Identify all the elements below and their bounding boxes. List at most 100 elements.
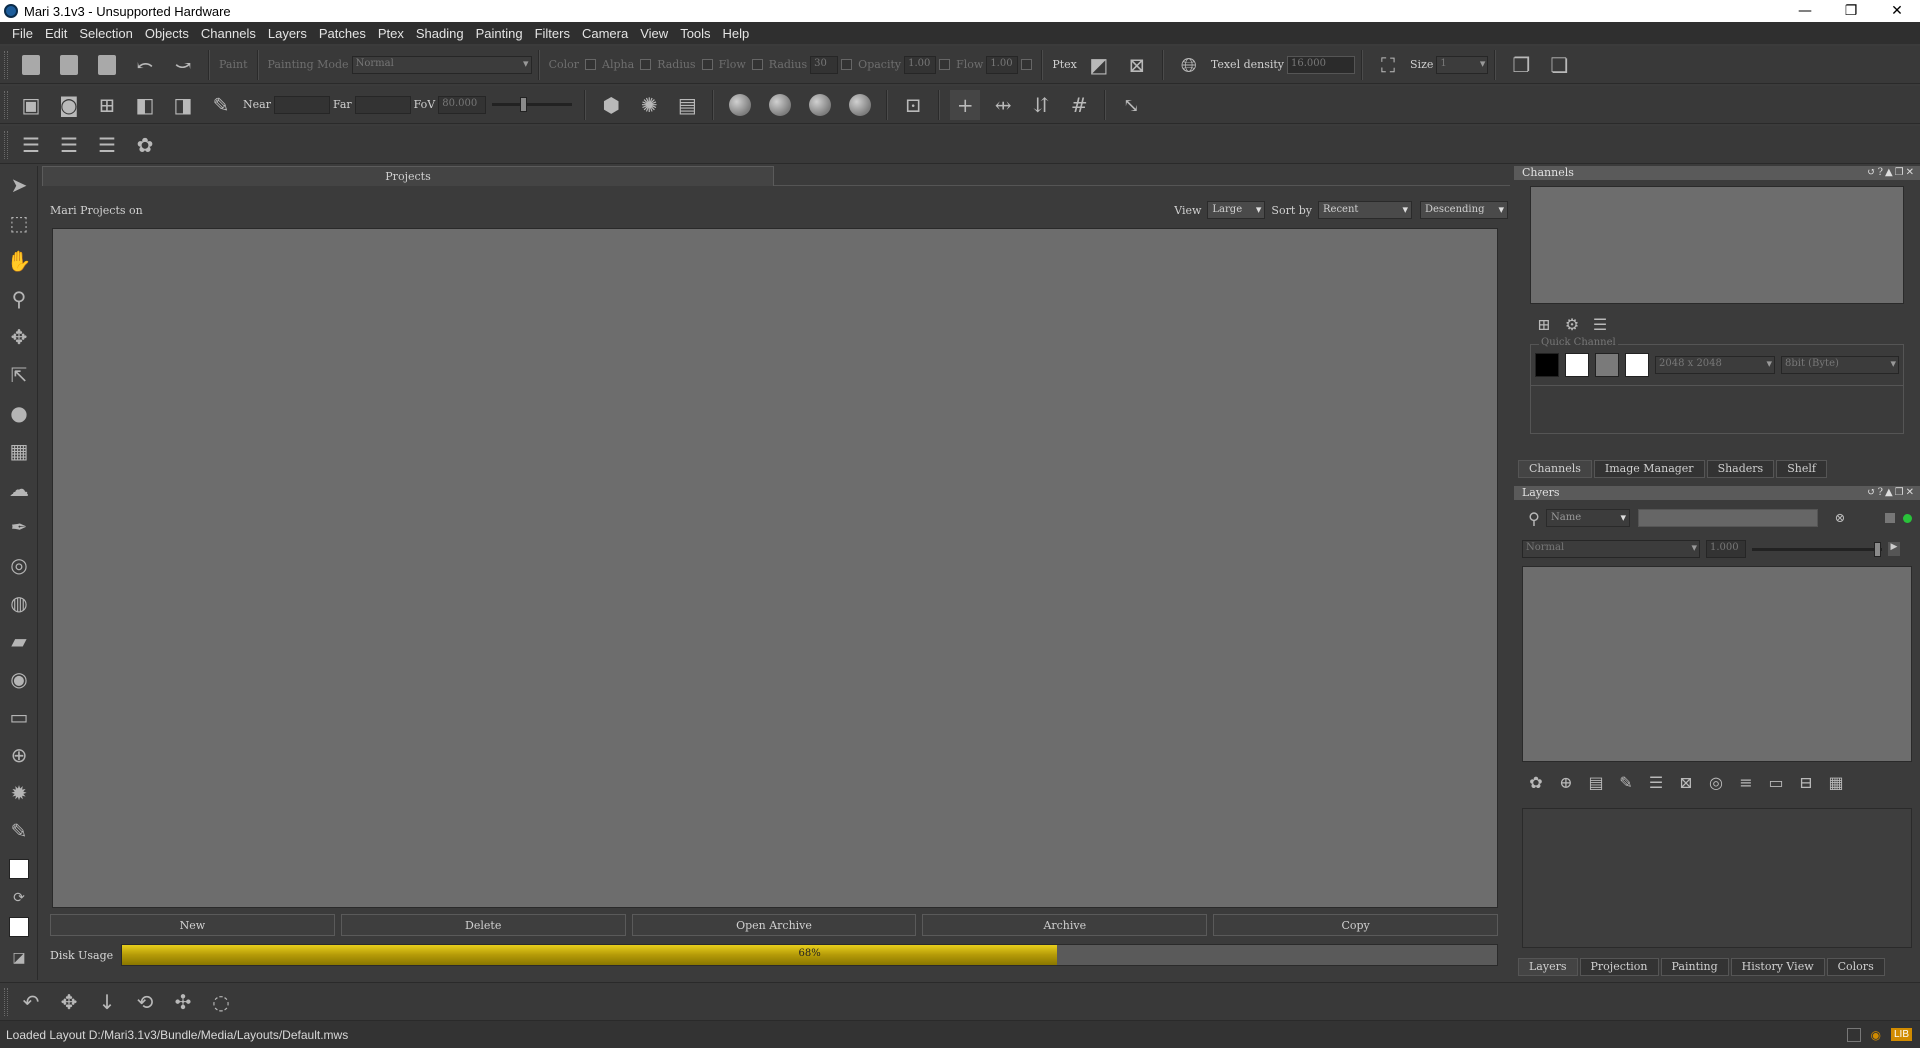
- channel-list-icon[interactable]: ☰: [1588, 312, 1612, 336]
- palette-icon[interactable]: ✿: [130, 130, 160, 160]
- swap-colors-icon[interactable]: ⟳: [0, 888, 38, 908]
- paste-patch-icon[interactable]: ❏: [1544, 50, 1574, 80]
- shader-flat-sphere-icon[interactable]: [729, 93, 752, 116]
- menu-file[interactable]: File: [6, 26, 39, 41]
- menu-edit[interactable]: Edit: [39, 26, 73, 41]
- projection-box-icon[interactable]: ▣: [16, 90, 46, 120]
- undo-arrow-icon[interactable]: ⤺: [130, 50, 160, 80]
- sort-select[interactable]: Recent: [1318, 201, 1412, 219]
- tab-projects[interactable]: Projects: [42, 166, 774, 186]
- patch-select-icon[interactable]: ✹: [0, 774, 38, 812]
- blend-arrow-icon[interactable]: ▶: [1888, 542, 1900, 556]
- panel-controls-icon[interactable]: ↺?▲❐✕: [1867, 166, 1916, 180]
- clear-search-icon[interactable]: ⊗: [1828, 506, 1852, 530]
- add-channel-icon[interactable]: ⊞: [1532, 312, 1556, 336]
- stamp-icon[interactable]: ◉: [0, 660, 38, 698]
- tab-colors[interactable]: Colors: [1826, 958, 1885, 976]
- toolbar-grip[interactable]: [4, 90, 8, 119]
- fov-input[interactable]: 80.000: [438, 95, 487, 114]
- menu-view[interactable]: View: [634, 26, 674, 41]
- order-select[interactable]: Descending: [1420, 201, 1508, 219]
- render-brush-icon[interactable]: ✎: [206, 90, 236, 120]
- alpha-checkbox[interactable]: [640, 59, 652, 70]
- green-status-icon[interactable]: [1903, 513, 1912, 523]
- flow-lock-checkbox[interactable]: [1021, 59, 1033, 70]
- snap-point-icon[interactable]: +: [950, 89, 981, 120]
- shader-lit-sphere-icon[interactable]: [849, 93, 872, 116]
- mirror-y-icon[interactable]: ⇵: [1026, 90, 1056, 120]
- ptex-split-icon[interactable]: ⊠: [1122, 50, 1152, 80]
- layer-merge-icon[interactable]: ▭: [1764, 770, 1788, 794]
- slide-projection-icon[interactable]: ⊕: [0, 736, 38, 774]
- minimize-button[interactable]: —: [1782, 0, 1828, 22]
- menu-help[interactable]: Help: [717, 26, 756, 41]
- gray-swatch[interactable]: [1595, 353, 1619, 377]
- flat-view-icon[interactable]: ◨: [168, 90, 198, 120]
- move-cross-icon[interactable]: ✥: [54, 987, 84, 1017]
- layer-sort-icon[interactable]: ≡: [1734, 770, 1758, 794]
- new-project-button[interactable]: New: [50, 914, 335, 936]
- marquee-select-icon[interactable]: ⬚: [0, 204, 38, 242]
- menu-filters[interactable]: Filters: [529, 26, 576, 41]
- uv-grid-icon[interactable]: ⊞: [92, 90, 122, 120]
- toolbar-grip[interactable]: [4, 987, 8, 1016]
- transform-icon[interactable]: ⇱: [0, 356, 38, 394]
- menu-camera[interactable]: Camera: [576, 26, 634, 41]
- menu-selection[interactable]: Selection: [73, 26, 138, 41]
- menu-patches[interactable]: Patches: [313, 26, 372, 41]
- open-archive-button[interactable]: Open Archive: [631, 914, 917, 936]
- channel-settings-icon[interactable]: ⚙: [1560, 312, 1584, 336]
- foreground-color-swatch[interactable]: [9, 859, 29, 879]
- copy-project-button[interactable]: Copy: [1213, 914, 1498, 936]
- mirror-x-icon[interactable]: ⇹: [988, 90, 1018, 120]
- tab-shelf[interactable]: Shelf: [1776, 460, 1827, 478]
- move-icon[interactable]: ✥: [0, 318, 38, 356]
- view-channel-icon[interactable]: ☰: [54, 130, 84, 160]
- layers-list[interactable]: [1522, 566, 1912, 762]
- hide-channel-icon[interactable]: ☰: [92, 130, 122, 160]
- add-channel-icon[interactable]: ☰: [16, 130, 46, 160]
- tab-projection[interactable]: Projection: [1579, 958, 1659, 976]
- paint-through-icon[interactable]: ▦: [0, 432, 38, 470]
- painting-mode-select[interactable]: Normal: [351, 55, 532, 74]
- clone-icon[interactable]: ◎: [0, 546, 38, 584]
- add-adjustment-layer-icon[interactable]: ⊕: [1554, 770, 1578, 794]
- save-file-icon[interactable]: [92, 50, 122, 80]
- zoom-icon[interactable]: ⚲: [0, 280, 38, 318]
- frame-all-icon[interactable]: ⊡: [898, 90, 928, 120]
- panel-controls-icon[interactable]: ↺?▲❐✕: [1867, 486, 1916, 500]
- ptex-resize-icon[interactable]: ◩: [1084, 50, 1114, 80]
- reset-colors-icon[interactable]: ◪: [0, 946, 38, 970]
- menu-objects[interactable]: Objects: [139, 26, 195, 41]
- rotate-icon[interactable]: ⟲: [130, 987, 160, 1017]
- projects-list-area[interactable]: [52, 228, 1498, 908]
- smudge-icon[interactable]: ☁: [0, 470, 38, 508]
- shader-full-sphere-icon[interactable]: [809, 93, 832, 116]
- object-cube-icon[interactable]: ⬢: [596, 90, 626, 120]
- white-swatch[interactable]: [1565, 353, 1589, 377]
- move-diamond-icon[interactable]: ✣: [168, 987, 198, 1017]
- transform-scale-icon[interactable]: ⤡: [1116, 90, 1146, 120]
- ortho-cube-icon[interactable]: ◧: [130, 90, 160, 120]
- fov-slider[interactable]: [492, 97, 573, 112]
- menu-tools[interactable]: Tools: [674, 26, 716, 41]
- flow-checkbox[interactable]: [751, 59, 763, 70]
- globe-icon[interactable]: 🌐︎: [1174, 50, 1204, 80]
- color-checkbox[interactable]: [585, 59, 597, 70]
- menu-shading[interactable]: Shading: [410, 26, 470, 41]
- radius-lock-checkbox[interactable]: [841, 59, 853, 70]
- custom-swatch[interactable]: [1625, 353, 1649, 377]
- flow-input[interactable]: 1.00: [986, 55, 1019, 74]
- layout-toggle-icon[interactable]: [1846, 1027, 1861, 1042]
- menu-ptex[interactable]: Ptex: [372, 26, 410, 41]
- close-button[interactable]: ✕: [1874, 0, 1920, 22]
- layer-mask-icon[interactable]: ⊠: [1674, 770, 1698, 794]
- layer-grid-icon[interactable]: ▦: [1824, 770, 1848, 794]
- view-select[interactable]: Large: [1207, 201, 1266, 219]
- menu-layers[interactable]: Layers: [262, 26, 313, 41]
- select-arrow-icon[interactable]: ➤: [0, 166, 38, 204]
- opacity-input[interactable]: 1.00: [904, 55, 937, 74]
- blend-mode-select[interactable]: Normal: [1522, 540, 1700, 558]
- menu-channels[interactable]: Channels: [195, 26, 262, 41]
- eyedropper-icon[interactable]: ✎: [0, 812, 38, 850]
